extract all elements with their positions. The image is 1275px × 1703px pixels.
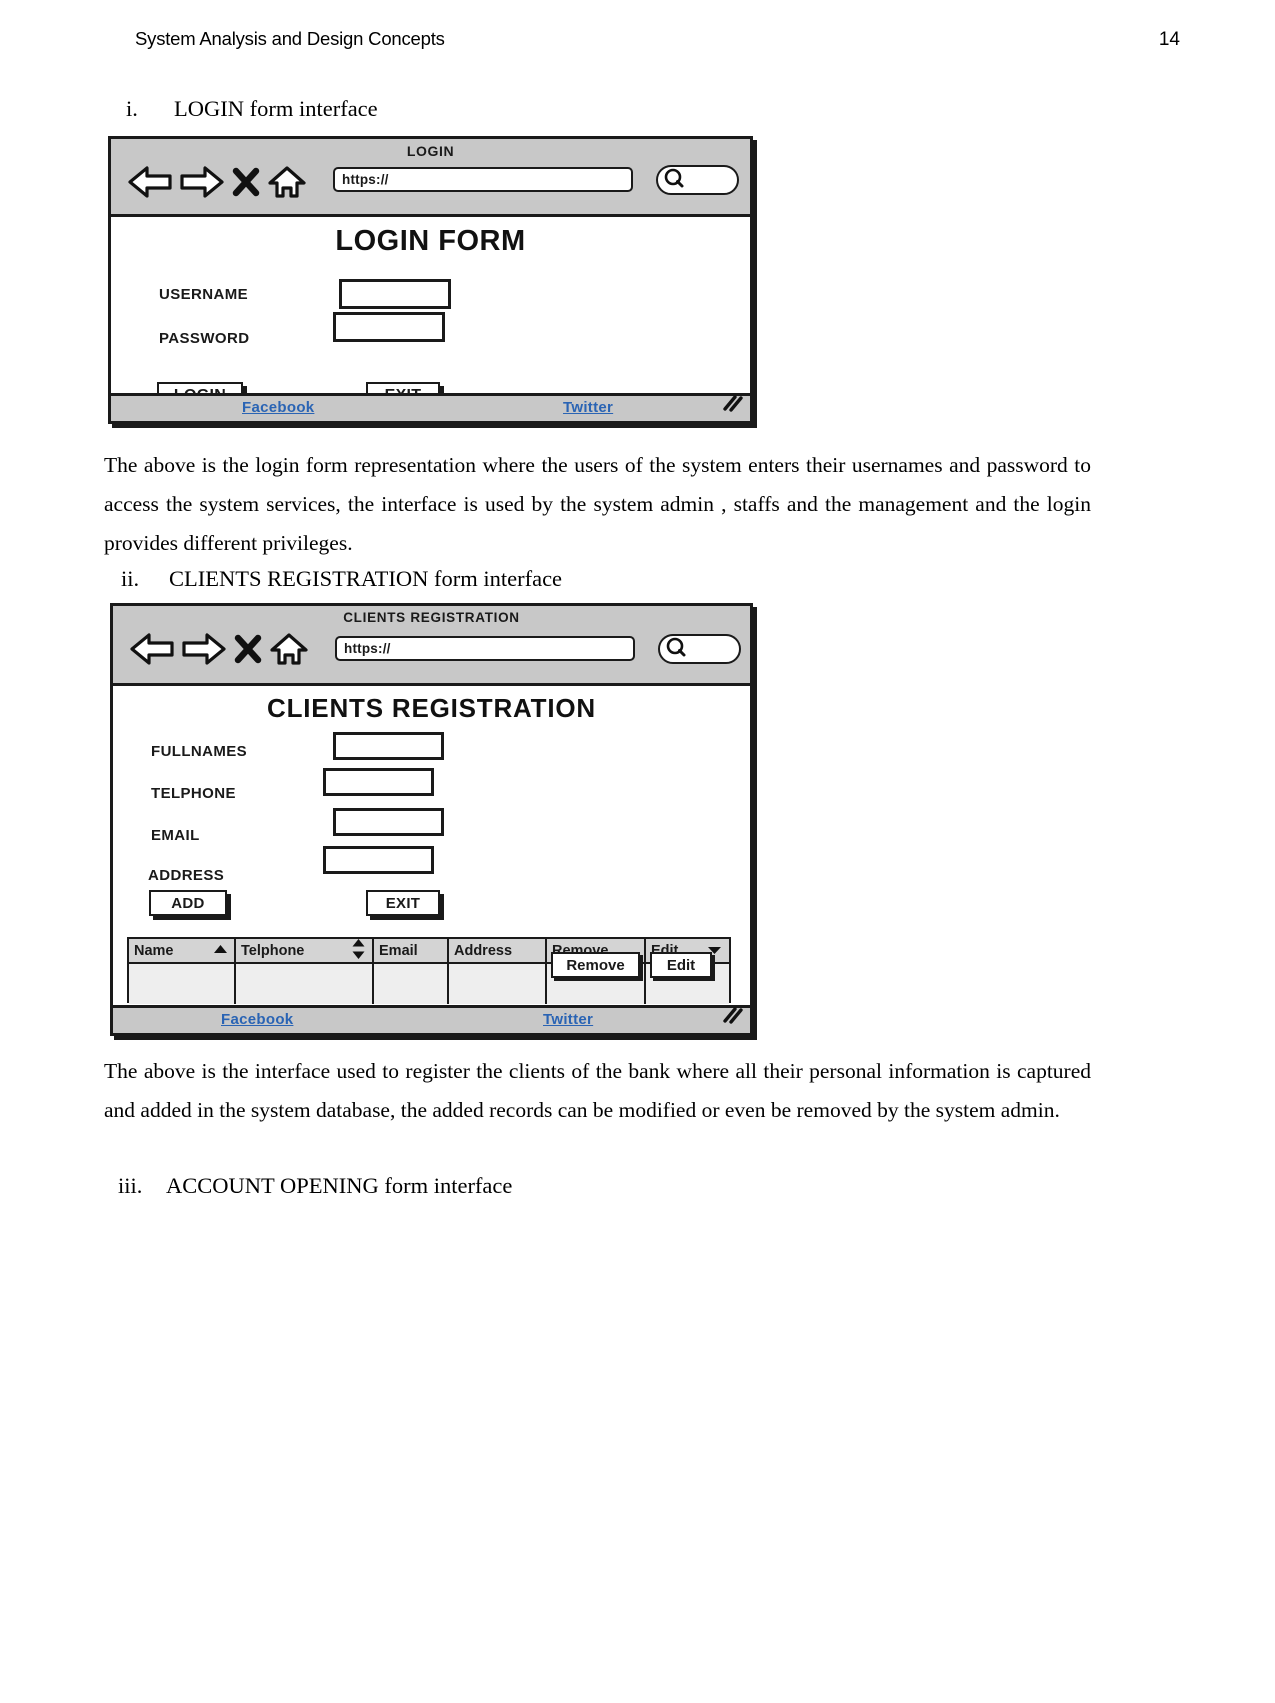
column-label: Address xyxy=(454,942,513,959)
fullnames-input[interactable] xyxy=(333,732,444,760)
browser-toolbar: CLIENTS REGISTRATION https:// xyxy=(113,606,750,686)
address-input[interactable] xyxy=(323,846,434,874)
close-x-icon[interactable] xyxy=(233,633,263,665)
column-header-name[interactable]: Name xyxy=(129,939,236,962)
list-item-label: LOGIN form interface xyxy=(174,96,378,121)
username-row: USERNAME xyxy=(111,272,750,316)
facebook-link[interactable]: Facebook xyxy=(242,399,314,416)
username-label: USERNAME xyxy=(159,285,249,303)
add-button[interactable]: ADD xyxy=(149,890,227,916)
close-x-icon[interactable] xyxy=(231,166,261,198)
login-form-mockup: LOGIN https:// LOGIN FORM USERNAME PASSW… xyxy=(108,136,753,424)
document-header: System Analysis and Design Concepts 14 xyxy=(135,28,1180,58)
status-bar: Facebook Twitter xyxy=(113,1005,750,1033)
page-number: 14 xyxy=(1158,29,1180,50)
address-label: ADDRESS xyxy=(148,866,225,884)
sort-ascending-icon[interactable] xyxy=(213,943,228,959)
column-header-address[interactable]: Address xyxy=(449,939,547,962)
list-marker: i. xyxy=(126,96,138,121)
telphone-input[interactable] xyxy=(323,768,434,796)
username-input[interactable] xyxy=(339,279,451,309)
fullnames-row: FULLNAMES xyxy=(113,730,750,772)
list-item-clients-registration: ii. CLIENTS REGISTRATION form interface xyxy=(121,565,562,592)
browser-window-title: LOGIN xyxy=(406,143,455,159)
resize-grip-icon[interactable] xyxy=(722,1007,744,1030)
column-label: Name xyxy=(134,942,174,959)
column-header-telphone[interactable]: Telphone xyxy=(236,938,374,964)
clients-form-body: CLIENTS REGISTRATION FULLNAMES TELPHONE … xyxy=(113,693,750,1008)
header-title: System Analysis and Design Concepts xyxy=(135,28,445,49)
status-bar: Facebook Twitter xyxy=(111,393,750,421)
password-row: PASSWORD xyxy=(111,312,750,360)
document-page: System Analysis and Design Concepts 14 i… xyxy=(0,0,1275,1703)
row-edit-button[interactable]: Edit xyxy=(650,952,712,978)
password-label: PASSWORD xyxy=(159,329,250,347)
back-arrow-icon[interactable] xyxy=(129,632,175,666)
url-value: https:// xyxy=(342,172,389,187)
clients-table: Name Telphone Email Address Remove Edit … xyxy=(127,937,731,1004)
table-row: Remove Edit xyxy=(129,952,729,1004)
resize-grip-icon[interactable] xyxy=(722,395,744,418)
column-label: Telphone xyxy=(241,942,305,959)
login-description-paragraph: The above is the login form representati… xyxy=(104,453,1091,555)
browser-toolbar: LOGIN https:// xyxy=(111,139,750,217)
url-input[interactable]: https:// xyxy=(335,636,635,661)
email-input[interactable] xyxy=(333,808,444,836)
url-input[interactable]: https:// xyxy=(333,167,633,192)
twitter-link[interactable]: Twitter xyxy=(563,399,613,416)
facebook-link[interactable]: Facebook xyxy=(221,1011,293,1028)
url-value: https:// xyxy=(344,641,391,656)
column-label: Email xyxy=(379,942,418,959)
home-icon[interactable] xyxy=(269,632,309,666)
exit-button[interactable]: EXIT xyxy=(366,890,440,916)
cell-address[interactable] xyxy=(449,964,547,1004)
cell-name[interactable] xyxy=(129,964,236,1004)
browser-window-title: CLIENTS REGISTRATION xyxy=(343,610,520,625)
login-form-body: LOGIN FORM USERNAME PASSWORD LOGIN EXIT xyxy=(111,225,750,410)
list-marker: ii. xyxy=(121,566,140,591)
forward-arrow-icon[interactable] xyxy=(181,632,227,666)
column-header-email[interactable]: Email xyxy=(374,939,449,962)
list-item-account-opening: iii. ACCOUNT OPENING form interface xyxy=(118,1172,512,1199)
cell-telphone[interactable] xyxy=(236,964,374,1004)
cell-email[interactable] xyxy=(374,964,449,1004)
list-item-label: ACCOUNT OPENING form interface xyxy=(166,1173,513,1198)
list-item-login: i. LOGIN form interface xyxy=(126,95,378,122)
forward-arrow-icon[interactable] xyxy=(179,165,225,199)
search-input[interactable] xyxy=(658,634,741,664)
browser-nav-icons xyxy=(127,165,307,199)
telphone-label: TELPHONE xyxy=(151,784,236,802)
form-title: LOGIN FORM xyxy=(335,225,526,257)
browser-nav-icons xyxy=(129,632,309,666)
sort-updown-icon[interactable] xyxy=(351,938,366,964)
list-item-label: CLIENTS REGISTRATION form interface xyxy=(169,566,563,591)
email-label: EMAIL xyxy=(151,826,200,844)
fullnames-label: FULLNAMES xyxy=(151,742,248,760)
form-title: CLIENTS REGISTRATION xyxy=(267,693,596,723)
search-input[interactable] xyxy=(656,165,739,195)
row-remove-button[interactable]: Remove xyxy=(551,952,640,978)
list-marker: iii. xyxy=(118,1173,143,1198)
clients-description-paragraph: The above is the interface used to regis… xyxy=(104,1059,1091,1122)
home-icon[interactable] xyxy=(267,165,307,199)
twitter-link[interactable]: Twitter xyxy=(543,1011,593,1028)
back-arrow-icon[interactable] xyxy=(127,165,173,199)
search-icon xyxy=(665,636,687,663)
password-input[interactable] xyxy=(333,312,445,342)
cell-remove: Remove xyxy=(547,952,646,1004)
address-row: ADDRESS xyxy=(113,846,750,894)
search-icon xyxy=(663,167,685,194)
clients-registration-mockup: CLIENTS REGISTRATION https:// CLIENTS RE… xyxy=(110,603,753,1036)
cell-edit: Edit xyxy=(646,952,728,1004)
